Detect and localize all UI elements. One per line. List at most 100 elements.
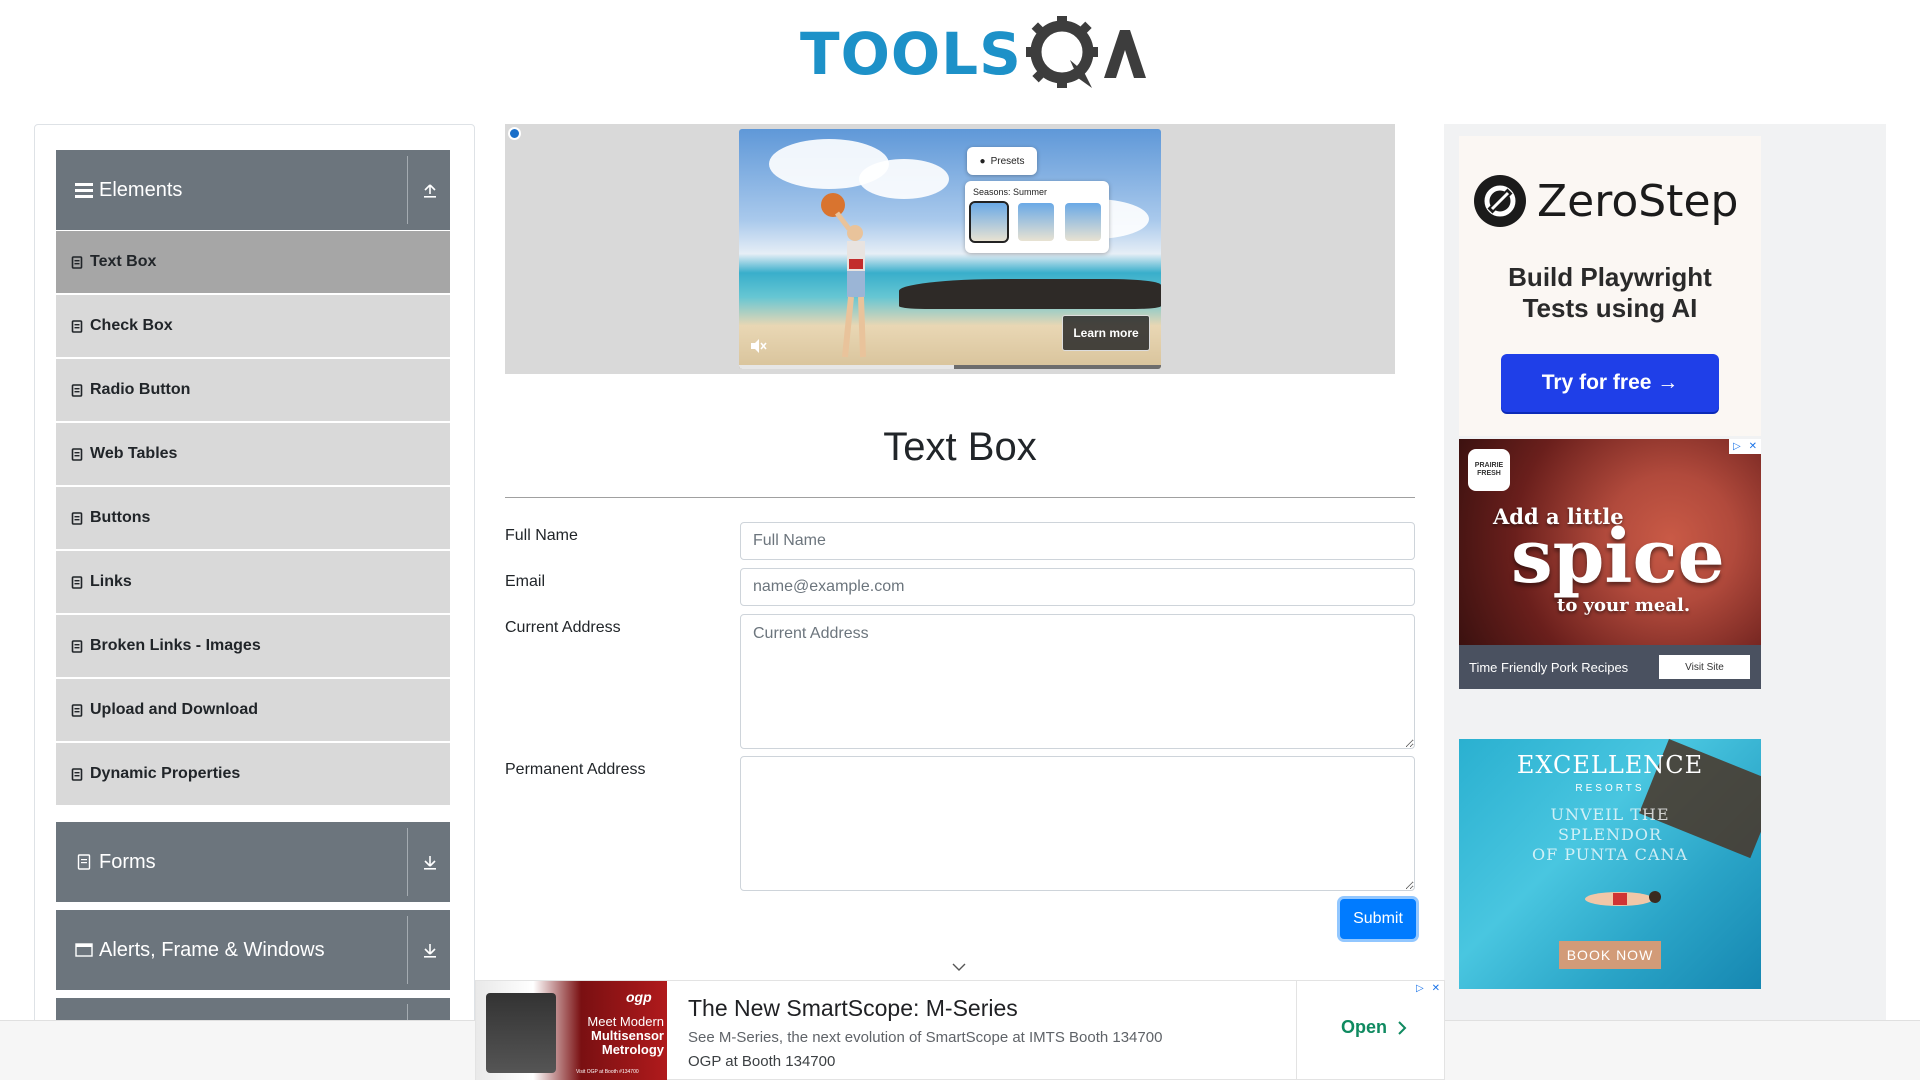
open-label: Open (1341, 1017, 1388, 1037)
menu-item-label: Text Box (90, 253, 157, 270)
ad-close-controls[interactable]: ▷ ✕ (1412, 981, 1444, 996)
menu-item-label: Radio Button (90, 381, 191, 398)
ogp-image-text: Meet Modern Multisensor Metrology (564, 1015, 664, 1057)
zerostep-tagline: Build Playwright Tests using AI (1459, 262, 1761, 324)
palette-icon: ● (979, 155, 986, 167)
group-divider (407, 916, 408, 984)
ogp-image-line: Multisensor (591, 1028, 664, 1043)
current-address-label: Current Address (505, 619, 621, 636)
try-for-free-button[interactable]: Try for free → (1501, 354, 1719, 412)
submit-button[interactable]: Submit (1340, 899, 1416, 939)
full-name-input[interactable] (740, 522, 1415, 560)
excellence-brand: EXCELLENCE (1516, 751, 1704, 779)
menu-item-label: Upload and Download (90, 701, 258, 718)
pork-recipes-ad[interactable]: ▷ ✕ PRAIRIE FRESH Add a little spice to … (1459, 439, 1761, 689)
adchoices-icon[interactable] (508, 127, 521, 140)
toolsqa-logo[interactable]: TOOLS (800, 14, 1146, 94)
permanent-address-textarea[interactable] (740, 756, 1415, 891)
pork-caption: Time Friendly Pork Recipes (1469, 659, 1629, 675)
bottom-ad-divider (1296, 981, 1297, 1080)
ogp-image-line: Metrology (601, 1042, 664, 1057)
presets-chip: ● Presets (967, 147, 1037, 175)
person-figure (821, 193, 866, 358)
file-icon (71, 319, 85, 333)
zerostep-ad[interactable]: ZeroStep Build Playwright Tests using AI… (1459, 136, 1761, 436)
menu-item-radio-button[interactable]: Radio Button (56, 359, 450, 421)
window-icon (73, 939, 95, 961)
ogp-ad-image: ogp Meet Modern Multisensor Metrology Vi… (476, 981, 667, 1080)
file-icon (71, 511, 85, 525)
close-icon[interactable]: ✕ (1749, 441, 1757, 452)
menu-item-buttons[interactable]: Buttons (56, 487, 450, 549)
email-label: Email (505, 573, 546, 590)
pork-caption-bar: Time Friendly Pork Recipes Visit Site (1459, 645, 1761, 689)
seasons-card: Seasons: Summer (965, 181, 1109, 253)
menu-item-label: Links (90, 573, 132, 590)
menu-item-text-box[interactable]: Text Box (56, 231, 450, 293)
title-divider (505, 497, 1415, 498)
file-icon (71, 255, 85, 269)
menu-item-dynamic-properties[interactable]: Dynamic Properties (56, 743, 450, 805)
ogp-logo: ogp (626, 989, 652, 1005)
adchoices-icon[interactable]: ▷ (1416, 983, 1424, 994)
adchoices-icon[interactable]: ▷ (1733, 441, 1741, 452)
excellence-tagline-line: OF PUNTA CANA (1531, 845, 1689, 864)
logo-gear-icon (1025, 16, 1146, 92)
page: TOOLS Elements Text Box Check Box Radio … (0, 0, 1920, 1080)
zerostep-logo: ZeroStep (1473, 174, 1738, 228)
excellence-resorts-ad[interactable]: EXCELLENCE RESORTS UNVEIL THE SPLENDOR O… (1459, 739, 1761, 989)
video-ad[interactable]: ● Presets Seasons: Summer Learn more (505, 124, 1395, 374)
expand-arrow-icon[interactable] (418, 938, 442, 962)
season-thumbnail (1018, 203, 1054, 241)
expand-arrow-icon[interactable] (418, 850, 442, 874)
menu-item-check-box[interactable]: Check Box (56, 295, 450, 357)
seasons-label: Seasons: Summer (973, 187, 1048, 197)
group-header-alerts[interactable]: Alerts, Frame & Windows (56, 910, 450, 990)
menu-item-upload-download[interactable]: Upload and Download (56, 679, 450, 741)
file-icon (71, 767, 85, 781)
learn-more-button[interactable]: Learn more (1062, 315, 1150, 351)
group-divider (407, 156, 408, 224)
visit-site-button[interactable]: Visit Site (1659, 655, 1750, 679)
pork-headline-3: to your meal. (1557, 595, 1691, 616)
group-header-elements[interactable]: Elements (56, 150, 450, 230)
close-icon[interactable]: ✕ (1432, 983, 1440, 994)
book-now-button[interactable]: BOOK NOW (1559, 941, 1661, 969)
collapse-arrow-icon[interactable] (418, 178, 442, 202)
chevron-down-icon[interactable] (951, 961, 967, 973)
full-name-label: Full Name (505, 527, 578, 544)
menu-item-label: Check Box (90, 317, 173, 334)
file-icon (71, 639, 85, 653)
current-address-textarea[interactable] (740, 614, 1415, 749)
mute-icon[interactable] (749, 337, 767, 355)
excellence-tagline: UNVEIL THE SPLENDOR OF PUNTA CANA (1509, 805, 1711, 865)
pork-headline-2: spice (1511, 514, 1725, 600)
bottom-ad-description: See M-Series, the next evolution of Smar… (688, 1029, 1163, 1046)
menu-item-links[interactable]: Links (56, 551, 450, 613)
menu-item-broken-links[interactable]: Broken Links - Images (56, 615, 450, 677)
page-title: Text Box (883, 425, 1037, 469)
zerostep-icon (1474, 175, 1526, 227)
file-icon (71, 383, 85, 397)
file-icon (71, 575, 85, 589)
file-icon (71, 703, 85, 717)
bottom-banner-ad[interactable]: ogp Meet Modern Multisensor Metrology Vi… (475, 980, 1445, 1080)
zerostep-brand: ZeroStep (1537, 175, 1739, 227)
group-header-forms[interactable]: Forms (56, 822, 450, 902)
video-progress-bar[interactable] (739, 365, 1161, 369)
bottom-ad-title[interactable]: The New SmartScope: M-Series (688, 995, 1018, 1022)
ogp-image-line: Meet Modern (587, 1014, 664, 1029)
zerostep-tagline-line: Tests using AI (1522, 293, 1698, 323)
ad-close-controls[interactable]: ▷ ✕ (1729, 439, 1761, 454)
swimmer-figure (1585, 891, 1661, 906)
menu-item-label: Web Tables (90, 445, 178, 462)
logo-wordmark: TOOLS (800, 20, 1022, 88)
email-input[interactable] (740, 568, 1415, 606)
open-button[interactable]: Open (1341, 1017, 1409, 1038)
hamburger-icon (73, 179, 95, 201)
prairie-fresh-logo: PRAIRIE FRESH (1468, 449, 1510, 491)
menu-item-web-tables[interactable]: Web Tables (56, 423, 450, 485)
excellence-tagline-line: UNVEIL THE SPLENDOR (1550, 805, 1670, 844)
zerostep-tagline-line: Build Playwright (1508, 262, 1712, 292)
video-frame[interactable]: ● Presets Seasons: Summer Learn more (739, 129, 1161, 369)
